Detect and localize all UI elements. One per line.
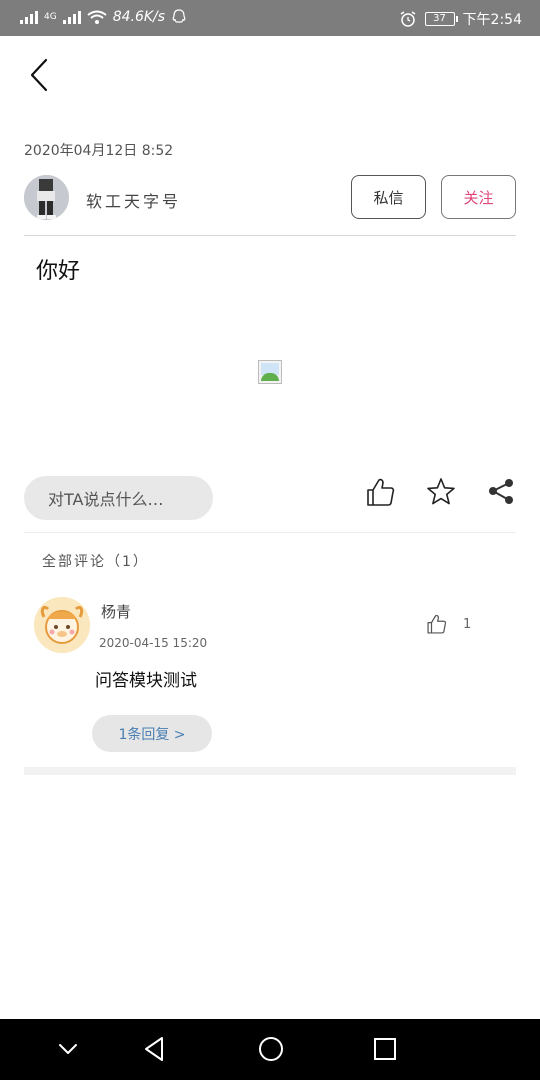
thumbs-up-icon	[427, 614, 447, 634]
comment-like-count: 1	[463, 617, 472, 632]
nav-back-icon	[145, 1037, 163, 1061]
divider	[24, 235, 516, 236]
author-name[interactable]: 软工天字号	[86, 188, 181, 212]
nav-home-button[interactable]	[256, 1034, 286, 1064]
author-avatar-image	[24, 175, 69, 220]
comments-heading: 全部评论（1）	[42, 554, 149, 570]
post-detail-page: 4G 84.6K/s 37 下午2:54 2020年04月12日 8:52 软工…	[0, 0, 540, 1080]
share-icon	[489, 479, 513, 504]
back-arrow-icon	[30, 58, 48, 92]
divider	[24, 532, 516, 533]
net-speed: 84.6K/s	[112, 9, 166, 25]
like-button[interactable]	[365, 476, 397, 508]
post-body: 你好	[36, 259, 81, 284]
commenter-name[interactable]: 杨青	[101, 601, 131, 622]
post-date: 2020年04月12日 8:52	[24, 143, 174, 159]
network-type-label: 4G	[44, 12, 57, 22]
sim1-signal-icon	[20, 10, 38, 24]
status-right: 37 下午2:54	[399, 9, 522, 29]
comment-input[interactable]: 对TA说点什么…	[24, 476, 213, 520]
follow-button[interactable]: 关注	[441, 175, 516, 219]
wifi-icon	[87, 10, 107, 24]
status-left: 4G 84.6K/s	[20, 9, 187, 25]
nav-hide-button[interactable]	[53, 1034, 83, 1064]
comment-text: 问答模块测试	[95, 671, 197, 691]
broken-image-icon	[258, 360, 282, 384]
star-icon	[427, 478, 455, 505]
favorite-button[interactable]	[425, 476, 457, 508]
nav-down-icon	[59, 1044, 77, 1054]
alarm-icon	[400, 11, 415, 27]
author-row: 软工天字号 私信 关注	[24, 175, 516, 221]
nav-back-button[interactable]	[140, 1034, 170, 1064]
author-avatar[interactable]	[24, 175, 69, 220]
thumbs-up-icon	[367, 478, 395, 506]
battery-icon: 37	[424, 12, 458, 26]
nav-recent-icon	[374, 1038, 396, 1060]
comment-like-button[interactable]	[426, 613, 448, 635]
qq-icon	[172, 9, 186, 23]
battery-level: 37	[433, 13, 446, 24]
commenter-avatar[interactable]	[34, 597, 90, 653]
view-replies-button[interactable]: 1条回复 >	[92, 715, 212, 752]
navigation-bar	[0, 1019, 540, 1080]
status-bar: 4G 84.6K/s 37 下午2:54	[0, 0, 540, 36]
nav-home-icon	[259, 1037, 283, 1061]
sim2-signal-icon	[62, 10, 81, 24]
comment-time: 2020-04-15 15:20	[99, 636, 208, 650]
section-divider	[24, 767, 516, 775]
private-message-button[interactable]: 私信	[351, 175, 426, 219]
status-time: 下午2:54	[462, 12, 522, 28]
nav-recent-button[interactable]	[370, 1034, 400, 1064]
back-button[interactable]	[24, 56, 60, 96]
commenter-avatar-image	[34, 597, 90, 653]
share-button[interactable]	[485, 476, 517, 508]
